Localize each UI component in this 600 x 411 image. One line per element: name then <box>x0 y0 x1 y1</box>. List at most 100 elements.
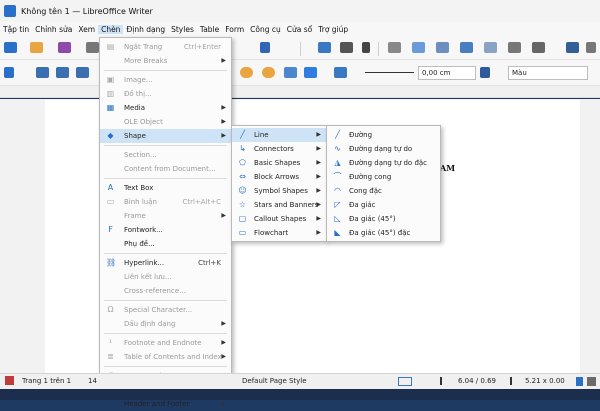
shape-item[interactable]: ⬠ Basic Shapes ▶ <box>232 156 326 170</box>
open-folder-icon[interactable] <box>30 42 43 53</box>
insert-item[interactable]: OLE Object ▶ <box>100 115 231 129</box>
insert-item[interactable]: ▭ Bình luận Ctrl+Alt+C <box>100 195 231 209</box>
standard-toolbar <box>0 37 600 60</box>
shape-item-label: Symbol Shapes <box>254 187 308 195</box>
arrow-style-icon[interactable] <box>334 67 347 78</box>
horizontal-ruler <box>0 86 600 98</box>
insert-item[interactable]: ▦ Media ▶ <box>100 101 231 115</box>
line-submenu: ╱ Đường ∿ Đường dạng tự do ◮ Đường dạng tự do… <box>326 125 441 242</box>
insert-textbox-icon[interactable] <box>460 42 473 53</box>
new-document-icon[interactable] <box>4 42 17 53</box>
insert-item-label: OLE Object <box>124 118 163 126</box>
page-break-icon[interactable] <box>484 42 497 53</box>
writer-app-icon <box>4 5 16 17</box>
menu-3[interactable]: Chèn <box>98 25 124 34</box>
shortcut-label: Ctrl+K <box>198 259 221 267</box>
menu-4[interactable]: Định dạng <box>123 25 168 34</box>
line-style-select[interactable] <box>362 66 414 80</box>
line-item[interactable]: ∿ Đường dạng tự do <box>327 142 440 156</box>
spellcheck-icon[interactable] <box>340 42 353 53</box>
line-width-input[interactable]: 0,00 cm <box>418 66 476 80</box>
line-item[interactable]: ╱ Đường <box>327 128 440 142</box>
export-icon[interactable] <box>86 42 99 53</box>
insert-item[interactable]: ¹ Footnote and Endnote ▶ <box>100 336 231 350</box>
footnote-icon[interactable] <box>586 42 596 53</box>
shape-item[interactable]: ╱ Line ▶ <box>232 128 326 142</box>
insert-item[interactable]: More Breaks ▶ <box>100 54 231 68</box>
insert-item[interactable]: Ω Special Character... <box>100 303 231 317</box>
line-item[interactable]: ◸ Đa giác <box>327 198 440 212</box>
fontwork-icon: F <box>108 225 113 234</box>
insert-item[interactable]: Content from Document... <box>100 162 231 176</box>
line-item[interactable]: ⌒ Đường cong <box>327 170 440 184</box>
insert-item[interactable]: ⛓ Hyperlink... Ctrl+K <box>100 256 231 270</box>
line-color-icon[interactable] <box>480 67 490 78</box>
menu-6[interactable]: Table <box>197 25 222 34</box>
page-count[interactable]: Trang 1 trên 1 <box>22 377 71 385</box>
hyperlink-icon[interactable] <box>566 42 579 53</box>
save-icon[interactable] <box>58 42 71 53</box>
menu-1[interactable]: Chỉnh sửa <box>32 25 75 34</box>
word-count[interactable]: 14 <box>88 377 97 385</box>
insert-item[interactable]: Section... <box>100 148 231 162</box>
insert-item[interactable]: Frame ▶ <box>100 209 231 223</box>
submenu-arrow-icon: ▶ <box>316 159 321 166</box>
area-color-select[interactable]: Màu <box>508 66 588 80</box>
shape-item[interactable]: ▭ Flowchart ▶ <box>232 226 326 240</box>
send-back-icon[interactable] <box>262 67 275 78</box>
insert-item[interactable]: Phụ đề... <box>100 237 231 251</box>
line-item[interactable]: ◣ Đa giác (45°) đặc <box>327 226 440 240</box>
wrap-ideal-icon[interactable] <box>76 67 89 78</box>
insert-table-icon[interactable] <box>388 42 401 53</box>
align-icon[interactable] <box>284 67 297 78</box>
line-item[interactable]: ◮ Đường dạng tự do đặc <box>327 156 440 170</box>
freeform-filled-icon: ◮ <box>334 158 341 167</box>
group-icon[interactable] <box>304 67 317 78</box>
shape-item[interactable]: ↳ Connectors ▶ <box>232 142 326 156</box>
line-item[interactable]: ◺ Đa giác (45°) <box>327 212 440 226</box>
insert-item-label: Table of Contents and Index <box>124 353 222 361</box>
shape-item[interactable]: ⇔ Block Arrows ▶ <box>232 170 326 184</box>
insert-item[interactable]: ▤ Ngắt Trang Ctrl+Enter <box>100 40 231 54</box>
page-style[interactable]: Default Page Style <box>242 377 307 385</box>
line-item[interactable]: ◠ Cong đặc <box>327 184 440 198</box>
os-taskbar <box>0 389 600 400</box>
special-character-icon[interactable] <box>532 42 545 53</box>
shape-item-label: Stars and Banners <box>254 201 319 209</box>
menu-5[interactable]: Styles <box>168 25 197 34</box>
shape-item[interactable]: ▢ Callout Shapes ▶ <box>232 212 326 226</box>
insert-item[interactable]: Cross-reference... <box>100 284 231 298</box>
find-replace-icon[interactable] <box>318 42 331 53</box>
bring-front-icon[interactable] <box>240 67 253 78</box>
insert-item[interactable]: ◆ Shape ▶ <box>100 129 231 143</box>
insert-item[interactable]: A Text Box <box>100 181 231 195</box>
formatting-marks-icon[interactable] <box>362 42 370 53</box>
menu-0[interactable]: Tập tin <box>0 25 32 34</box>
line-item-label: Đường <box>349 131 373 139</box>
insert-image-icon[interactable] <box>412 42 425 53</box>
insert-item[interactable]: ▣ Image... <box>100 73 231 87</box>
insert-item[interactable]: Dấu định dạng ▶ <box>100 317 231 331</box>
insert-item-label: Media <box>124 104 146 112</box>
menu-10[interactable]: Trợ giúp <box>315 25 351 34</box>
shape-item[interactable]: ☺ Symbol Shapes ▶ <box>232 184 326 198</box>
insert-item-label: Cross-reference... <box>124 287 186 295</box>
anchor-icon[interactable] <box>4 67 14 78</box>
wrap-off-icon[interactable] <box>36 67 49 78</box>
multi-page-view-icon[interactable] <box>587 377 596 386</box>
insert-field-icon[interactable] <box>508 42 521 53</box>
menu-2[interactable]: Xem <box>75 25 98 34</box>
selection-mode-icon[interactable] <box>398 377 412 386</box>
single-page-view-icon[interactable] <box>576 377 583 386</box>
wrap-on-icon[interactable] <box>56 67 69 78</box>
shape-item[interactable]: ☆ Stars and Banners ▶ <box>232 198 326 212</box>
menu-9[interactable]: Cửa sổ <box>284 25 315 34</box>
insert-item[interactable]: F Fontwork... <box>100 223 231 237</box>
insert-item[interactable]: Liên kết lưu... <box>100 270 231 284</box>
insert-item[interactable]: ≣ Table of Contents and Index ▶ <box>100 350 231 364</box>
undo-icon[interactable] <box>260 42 270 53</box>
menu-8[interactable]: Công cụ <box>247 25 284 34</box>
menu-7[interactable]: Form <box>222 25 247 34</box>
insert-chart-icon[interactable] <box>436 42 449 53</box>
insert-item[interactable]: ▥ Đồ thị... <box>100 87 231 101</box>
